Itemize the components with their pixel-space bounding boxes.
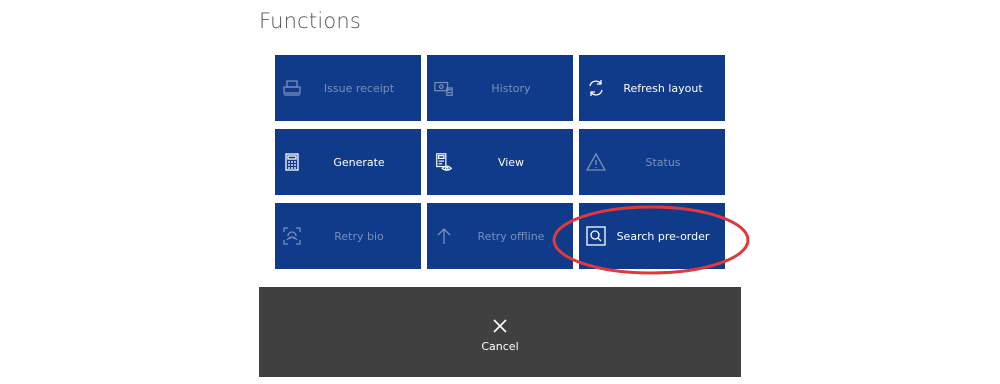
retry-offline-label: Retry offline: [477, 229, 545, 243]
view-button[interactable]: View: [427, 129, 573, 195]
warning-icon: [586, 152, 606, 172]
status-button[interactable]: Status: [579, 129, 725, 195]
page-title: Functions: [259, 9, 362, 33]
functions-page: Functions Issue receipt History Refresh …: [0, 0, 1000, 384]
issue-receipt-button[interactable]: Issue receipt: [275, 55, 421, 121]
retry-bio-button[interactable]: Retry bio: [275, 203, 421, 269]
arrow-up-icon: [434, 226, 454, 246]
cancel-button[interactable]: Cancel: [259, 287, 741, 377]
view-document-icon: [434, 152, 454, 172]
search-pre-order-label: Search pre-order: [616, 229, 710, 243]
close-icon: [492, 318, 508, 334]
calculator-icon: [282, 152, 302, 172]
refresh-layout-button[interactable]: Refresh layout: [579, 55, 725, 121]
history-label: History: [491, 81, 531, 95]
issue-receipt-label: Issue receipt: [323, 81, 395, 95]
status-label: Status: [645, 155, 681, 169]
search-box-icon: [586, 226, 606, 246]
generate-button[interactable]: Generate: [275, 129, 421, 195]
cancel-label: Cancel: [481, 339, 519, 353]
printer-icon: [282, 78, 302, 98]
retry-bio-label: Retry bio: [334, 229, 384, 243]
refresh-layout-label: Refresh layout: [623, 81, 703, 95]
view-label: View: [497, 155, 525, 169]
retry-offline-button[interactable]: Retry offline: [427, 203, 573, 269]
function-grid: Issue receipt History Refresh layout Gen…: [275, 55, 725, 269]
generate-label: Generate: [333, 155, 385, 169]
cash-history-icon: [434, 78, 454, 98]
fingerprint-scan-icon: [282, 226, 302, 246]
search-pre-order-button[interactable]: Search pre-order: [579, 203, 725, 269]
history-button[interactable]: History: [427, 55, 573, 121]
refresh-icon: [586, 78, 606, 98]
